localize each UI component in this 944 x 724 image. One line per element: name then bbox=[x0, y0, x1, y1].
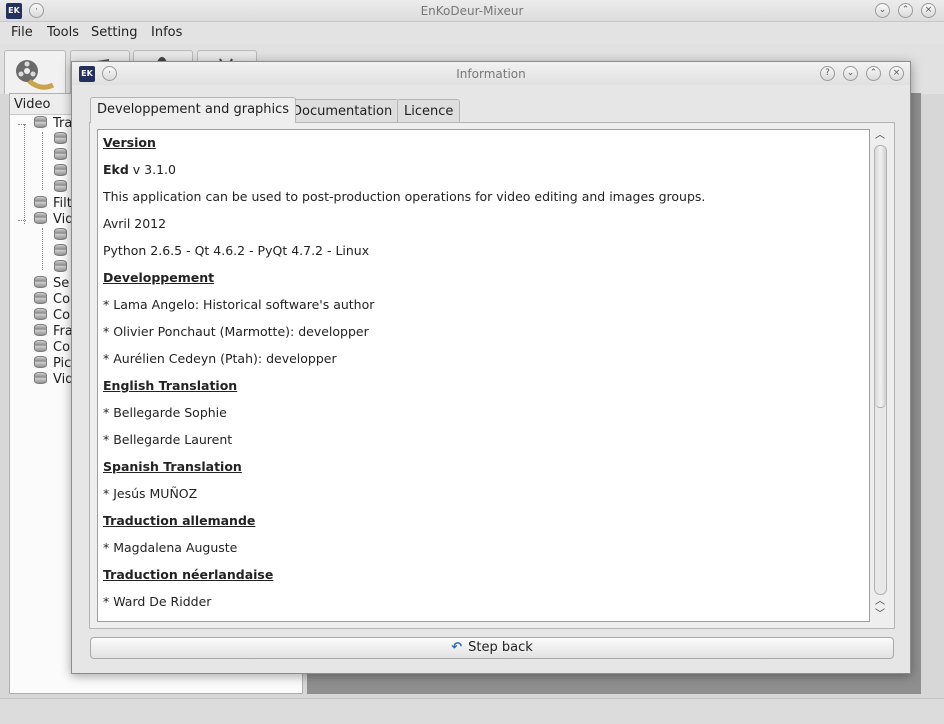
menu-tools[interactable]: Tools bbox=[47, 25, 79, 40]
undo-arrow-icon: ↶ bbox=[451, 640, 463, 655]
translator-item: * Ward De Ridder bbox=[103, 594, 212, 609]
translator-item: * Bellegarde Laurent bbox=[103, 432, 233, 447]
database-icon bbox=[34, 308, 47, 320]
developer-item: * Lama Angelo: Historical software's aut… bbox=[103, 297, 375, 312]
description-text: This application can be used to post-pro… bbox=[103, 189, 706, 204]
tree-collapse-marker[interactable] bbox=[18, 124, 26, 125]
tree-item[interactable]: Co bbox=[34, 308, 70, 324]
tab-developpement[interactable]: Developpement and graphics bbox=[90, 97, 297, 123]
scroll-up-arrow-icon[interactable]: ︿ bbox=[871, 595, 889, 609]
menubar: File Tools Setting Infos bbox=[0, 22, 944, 44]
translator-item: * Jesús MUÑOZ bbox=[103, 486, 198, 501]
database-icon bbox=[54, 260, 67, 272]
database-icon bbox=[34, 324, 47, 336]
tab-licence[interactable]: Licence bbox=[397, 99, 461, 122]
tree-item[interactable]: Pic bbox=[34, 356, 71, 372]
database-icon bbox=[54, 164, 67, 176]
version-heading: Version bbox=[103, 135, 156, 150]
database-icon bbox=[34, 292, 47, 304]
close-button[interactable]: × bbox=[921, 3, 936, 18]
platform-text: Python 2.6.5 - Qt 4.6.2 - PyQt 4.7.2 - L… bbox=[103, 243, 370, 258]
minimize-button[interactable]: ⌄ bbox=[875, 3, 890, 18]
menu-setting[interactable]: Setting bbox=[91, 25, 138, 40]
dialog-minimize-button[interactable]: ⌄ bbox=[843, 66, 858, 81]
dialog-close-button[interactable]: × bbox=[889, 66, 904, 81]
dialog-maximize-button[interactable]: ⌃ bbox=[866, 66, 881, 81]
status-bar bbox=[0, 698, 944, 724]
tree-item[interactable]: Vid bbox=[34, 212, 73, 228]
tree-guide bbox=[42, 228, 43, 270]
tree-guide bbox=[42, 132, 43, 190]
tree-item[interactable]: Filt bbox=[34, 196, 72, 212]
database-icon bbox=[54, 244, 67, 256]
tree-item[interactable]: Vid bbox=[34, 372, 73, 388]
scroll-down-arrow-icon[interactable]: ﹀ bbox=[871, 608, 889, 622]
menu-infos[interactable]: Infos bbox=[151, 25, 182, 40]
scroll-up-arrow-icon[interactable]: ︿ bbox=[871, 129, 889, 143]
tab-pane: Version Ekd v 3.1.0 This application can… bbox=[89, 122, 895, 629]
vertical-scrollbar[interactable]: ︿ ︿ ﹀ bbox=[871, 129, 889, 622]
translator-item: * Bellegarde Sophie bbox=[103, 405, 227, 420]
tree-item[interactable]: Fra bbox=[34, 324, 73, 340]
window-title: EnKoDeur-Mixeur bbox=[420, 4, 524, 18]
developpement-heading: Developpement bbox=[103, 270, 215, 285]
german-translation-heading: Traduction allemande bbox=[103, 513, 256, 528]
main-titlebar: EK · EnKoDeur-Mixeur ⌄ ⌃ × bbox=[0, 0, 944, 22]
database-icon bbox=[54, 180, 67, 192]
scroll-thumb[interactable] bbox=[875, 146, 886, 408]
scroll-track[interactable] bbox=[874, 145, 887, 595]
dialog-title: Information bbox=[456, 67, 526, 81]
developer-item: * Aurélien Cedeyn (Ptah): developper bbox=[103, 351, 337, 366]
database-icon bbox=[34, 116, 47, 128]
tab-documentation[interactable]: Documentation bbox=[285, 99, 400, 122]
menu-file[interactable]: File bbox=[11, 25, 33, 40]
dutch-translation-heading: Traduction néerlandaise bbox=[103, 567, 274, 582]
info-text-area[interactable]: Version Ekd v 3.1.0 This application can… bbox=[97, 129, 870, 622]
database-icon bbox=[34, 340, 47, 352]
translator-item: * Magdalena Auguste bbox=[103, 540, 238, 555]
database-icon bbox=[34, 276, 47, 288]
database-icon bbox=[54, 228, 67, 240]
database-icon bbox=[34, 196, 47, 208]
dialog-titlebar: EK · Information ? ⌄ ⌃ × bbox=[72, 62, 910, 85]
tree-item[interactable]: Co bbox=[34, 292, 70, 308]
version-line: Ekd v 3.1.0 bbox=[103, 162, 176, 177]
tree-collapse-marker[interactable] bbox=[18, 220, 26, 221]
tree-item[interactable]: Tra bbox=[34, 116, 72, 132]
database-icon bbox=[34, 356, 47, 368]
database-icon bbox=[54, 148, 67, 160]
developer-item: * Olivier Ponchaut (Marmotte): developpe… bbox=[103, 324, 369, 339]
tree-guide bbox=[24, 124, 25, 224]
step-back-button[interactable]: ↶ Step back bbox=[90, 637, 894, 659]
database-icon bbox=[34, 212, 47, 224]
information-dialog: EK · Information ? ⌄ ⌃ × Developpement a… bbox=[71, 61, 911, 674]
maximize-button[interactable]: ⌃ bbox=[898, 3, 913, 18]
release-date: Avril 2012 bbox=[103, 216, 167, 231]
tree-item[interactable]: Co bbox=[34, 340, 70, 356]
database-icon bbox=[54, 132, 67, 144]
toolbar-tab-video[interactable] bbox=[4, 50, 66, 94]
spanish-translation-heading: Spanish Translation bbox=[103, 459, 242, 474]
english-translation-heading: English Translation bbox=[103, 378, 238, 393]
film-reel-icon bbox=[16, 60, 55, 90]
database-icon bbox=[34, 372, 47, 384]
help-button[interactable]: ? bbox=[820, 66, 835, 81]
tree-item[interactable]: Se bbox=[34, 276, 69, 292]
